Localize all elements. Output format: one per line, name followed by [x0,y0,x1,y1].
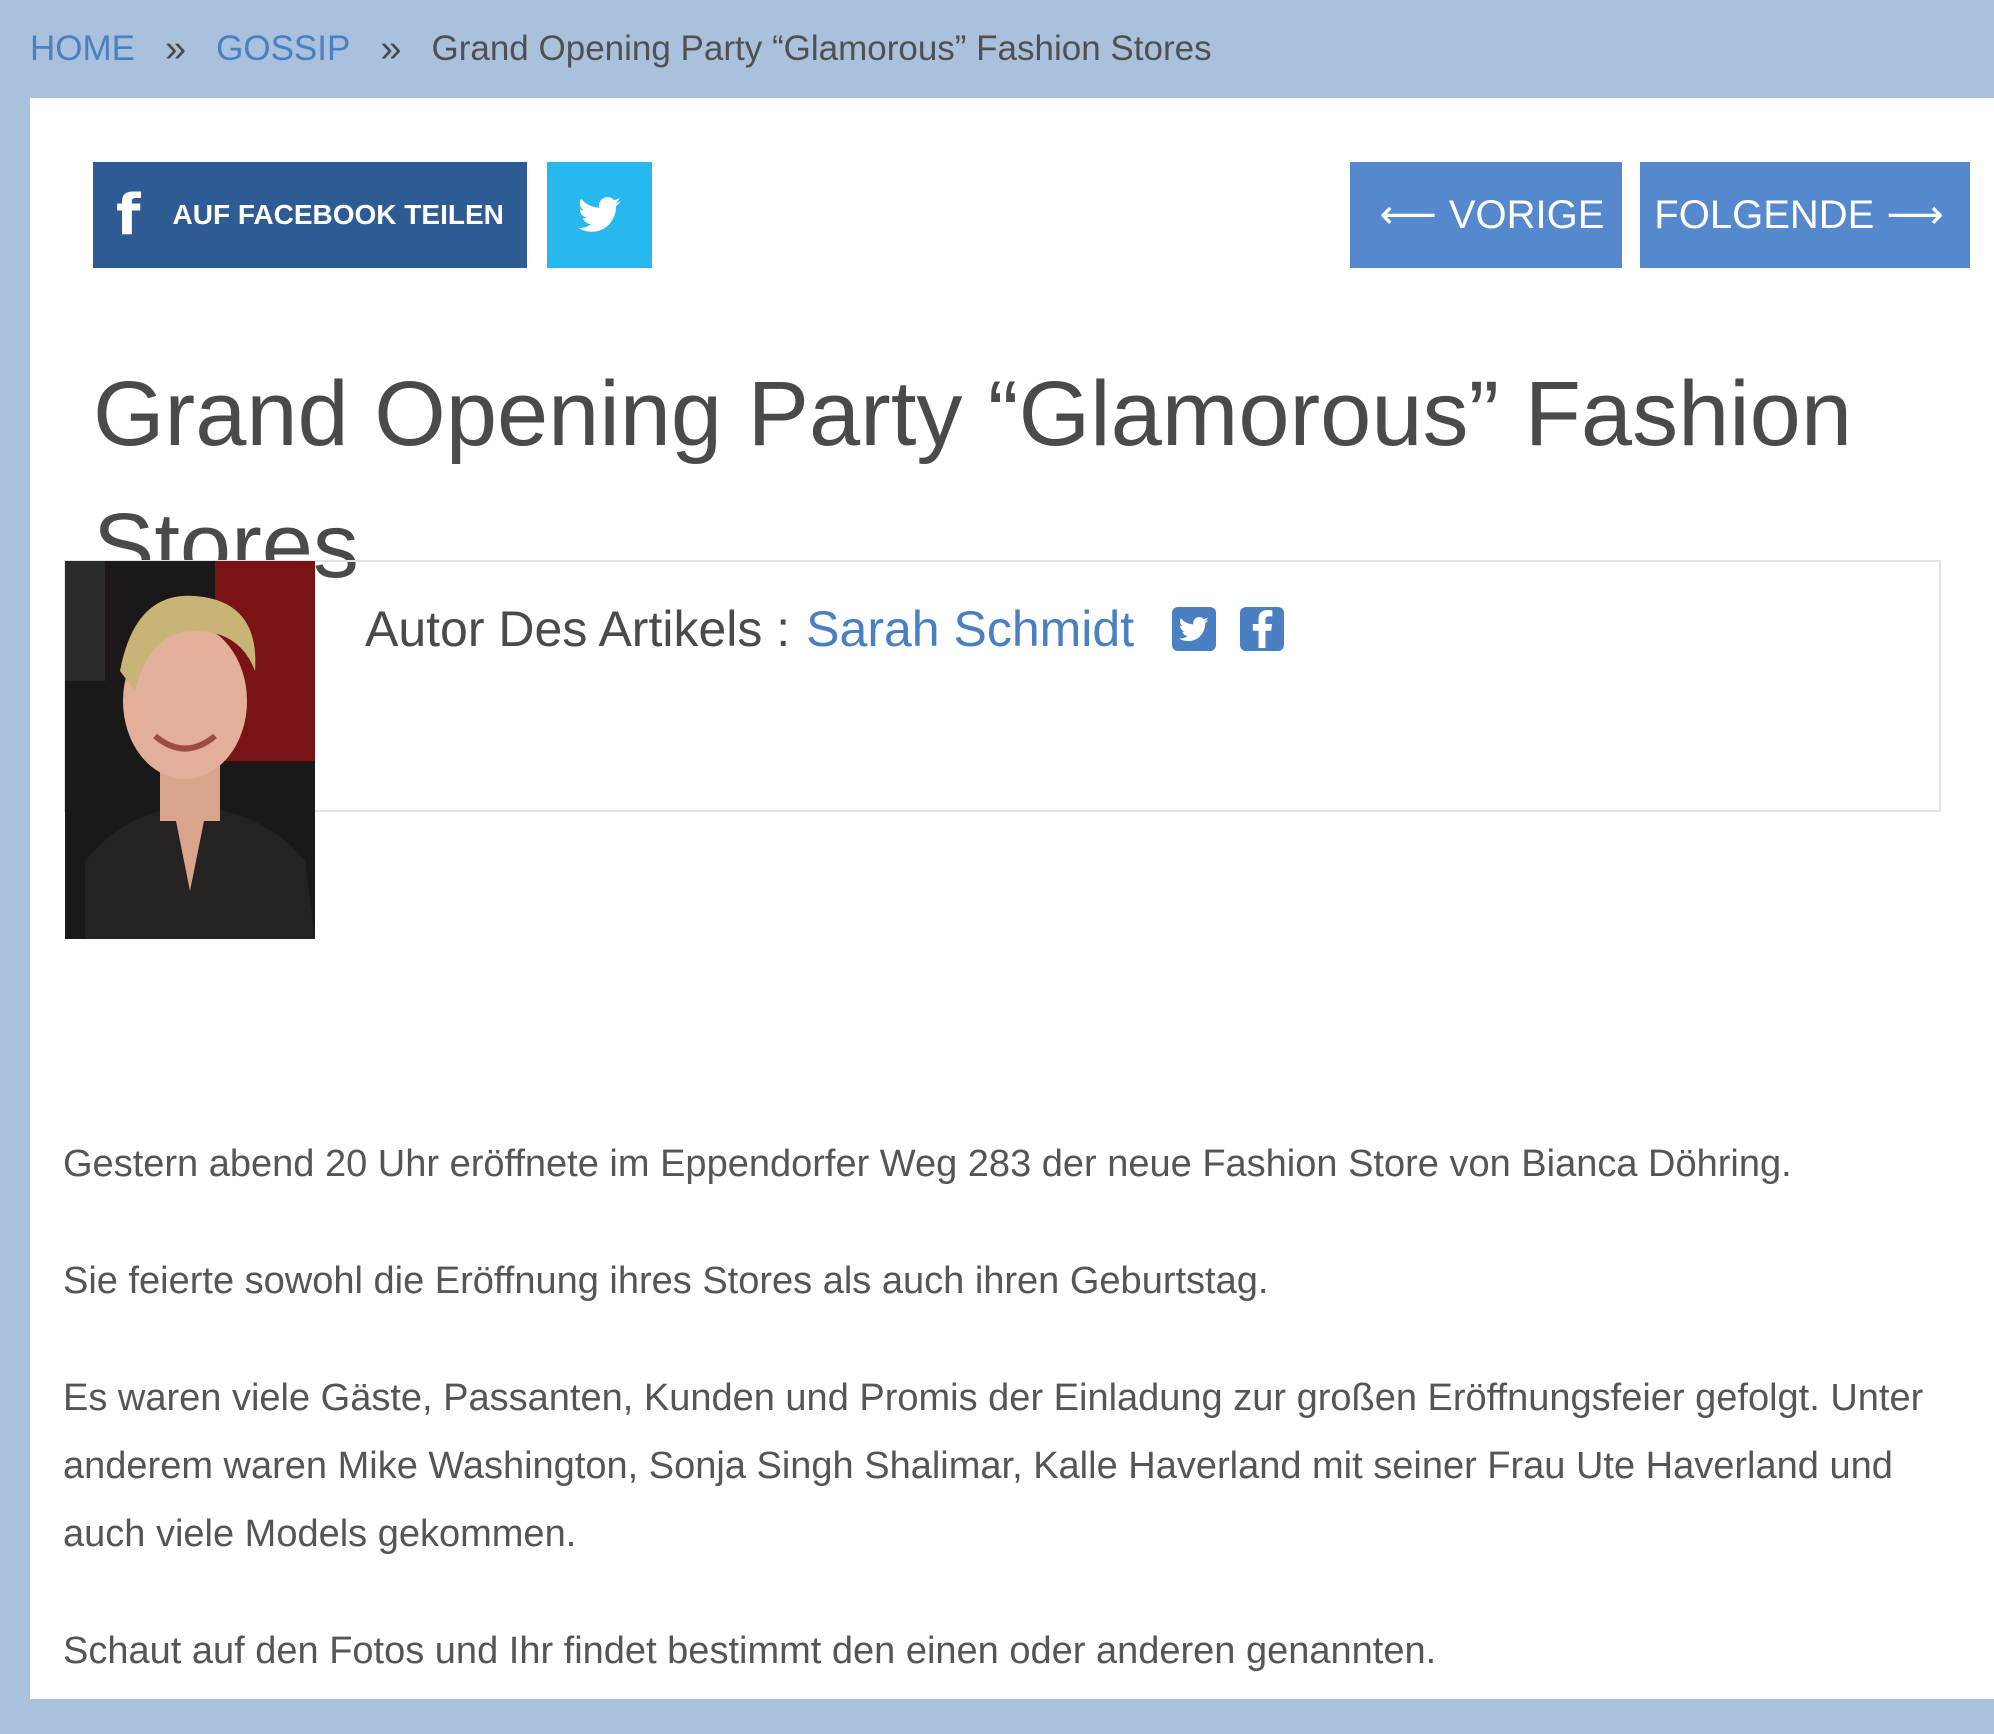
previous-label: VORIGE [1448,192,1605,237]
author-photo-image [65,561,315,939]
article-paragraph: Sie feierte sowohl die Eröffnung ihres S… [63,1260,1269,1302]
author-twitter-icon[interactable] [1172,607,1217,651]
author-avatar [65,561,315,939]
author-byline: Autor Des Artikels : Sarah Schmidt [365,600,1285,658]
facebook-share-label: AUF FACEBOOK TEILEN [172,199,504,230]
breadcrumb-separator: » [380,27,402,70]
breadcrumb: HOME » GOSSIP » Grand Opening Party “Gla… [30,0,1212,98]
article-body: Gestern abend 20 Uhr eröffnete im Eppend… [63,1130,1943,1734]
next-label: FOLGENDE [1654,192,1875,237]
arrow-left-icon: ⟵ [1379,192,1437,238]
author-box [64,560,1941,812]
author-prefix: Autor Des Artikels : [365,601,791,657]
next-article-button[interactable]: FOLGENDE ⟶ [1640,162,1970,268]
breadcrumb-current: Grand Opening Party “Glamorous” Fashion … [431,29,1212,68]
breadcrumb-home-link[interactable]: HOME [30,29,135,69]
author-facebook-icon[interactable] [1240,607,1285,651]
breadcrumb-separator: » [165,27,187,70]
arrow-right-icon: ⟶ [1886,192,1944,238]
twitter-bird-icon [577,197,621,232]
breadcrumb-gossip-link[interactable]: GOSSIP [216,29,350,69]
facebook-share-button[interactable]: f AUF FACEBOOK TEILEN [93,162,527,268]
twitter-share-button[interactable] [547,162,652,268]
previous-article-button[interactable]: ⟵ VORIGE [1350,162,1622,268]
article-paragraph: Es waren viele Gäste, Passanten, Kunden … [63,1377,1924,1555]
article-paragraph: Gestern abend 20 Uhr eröffnete im Eppend… [63,1143,1792,1185]
author-name-link[interactable]: Sarah Schmidt [806,600,1134,658]
article-paragraph: Schaut auf den Fotos und Ihr findet best… [63,1630,1437,1672]
facebook-f-icon: f [116,182,141,248]
